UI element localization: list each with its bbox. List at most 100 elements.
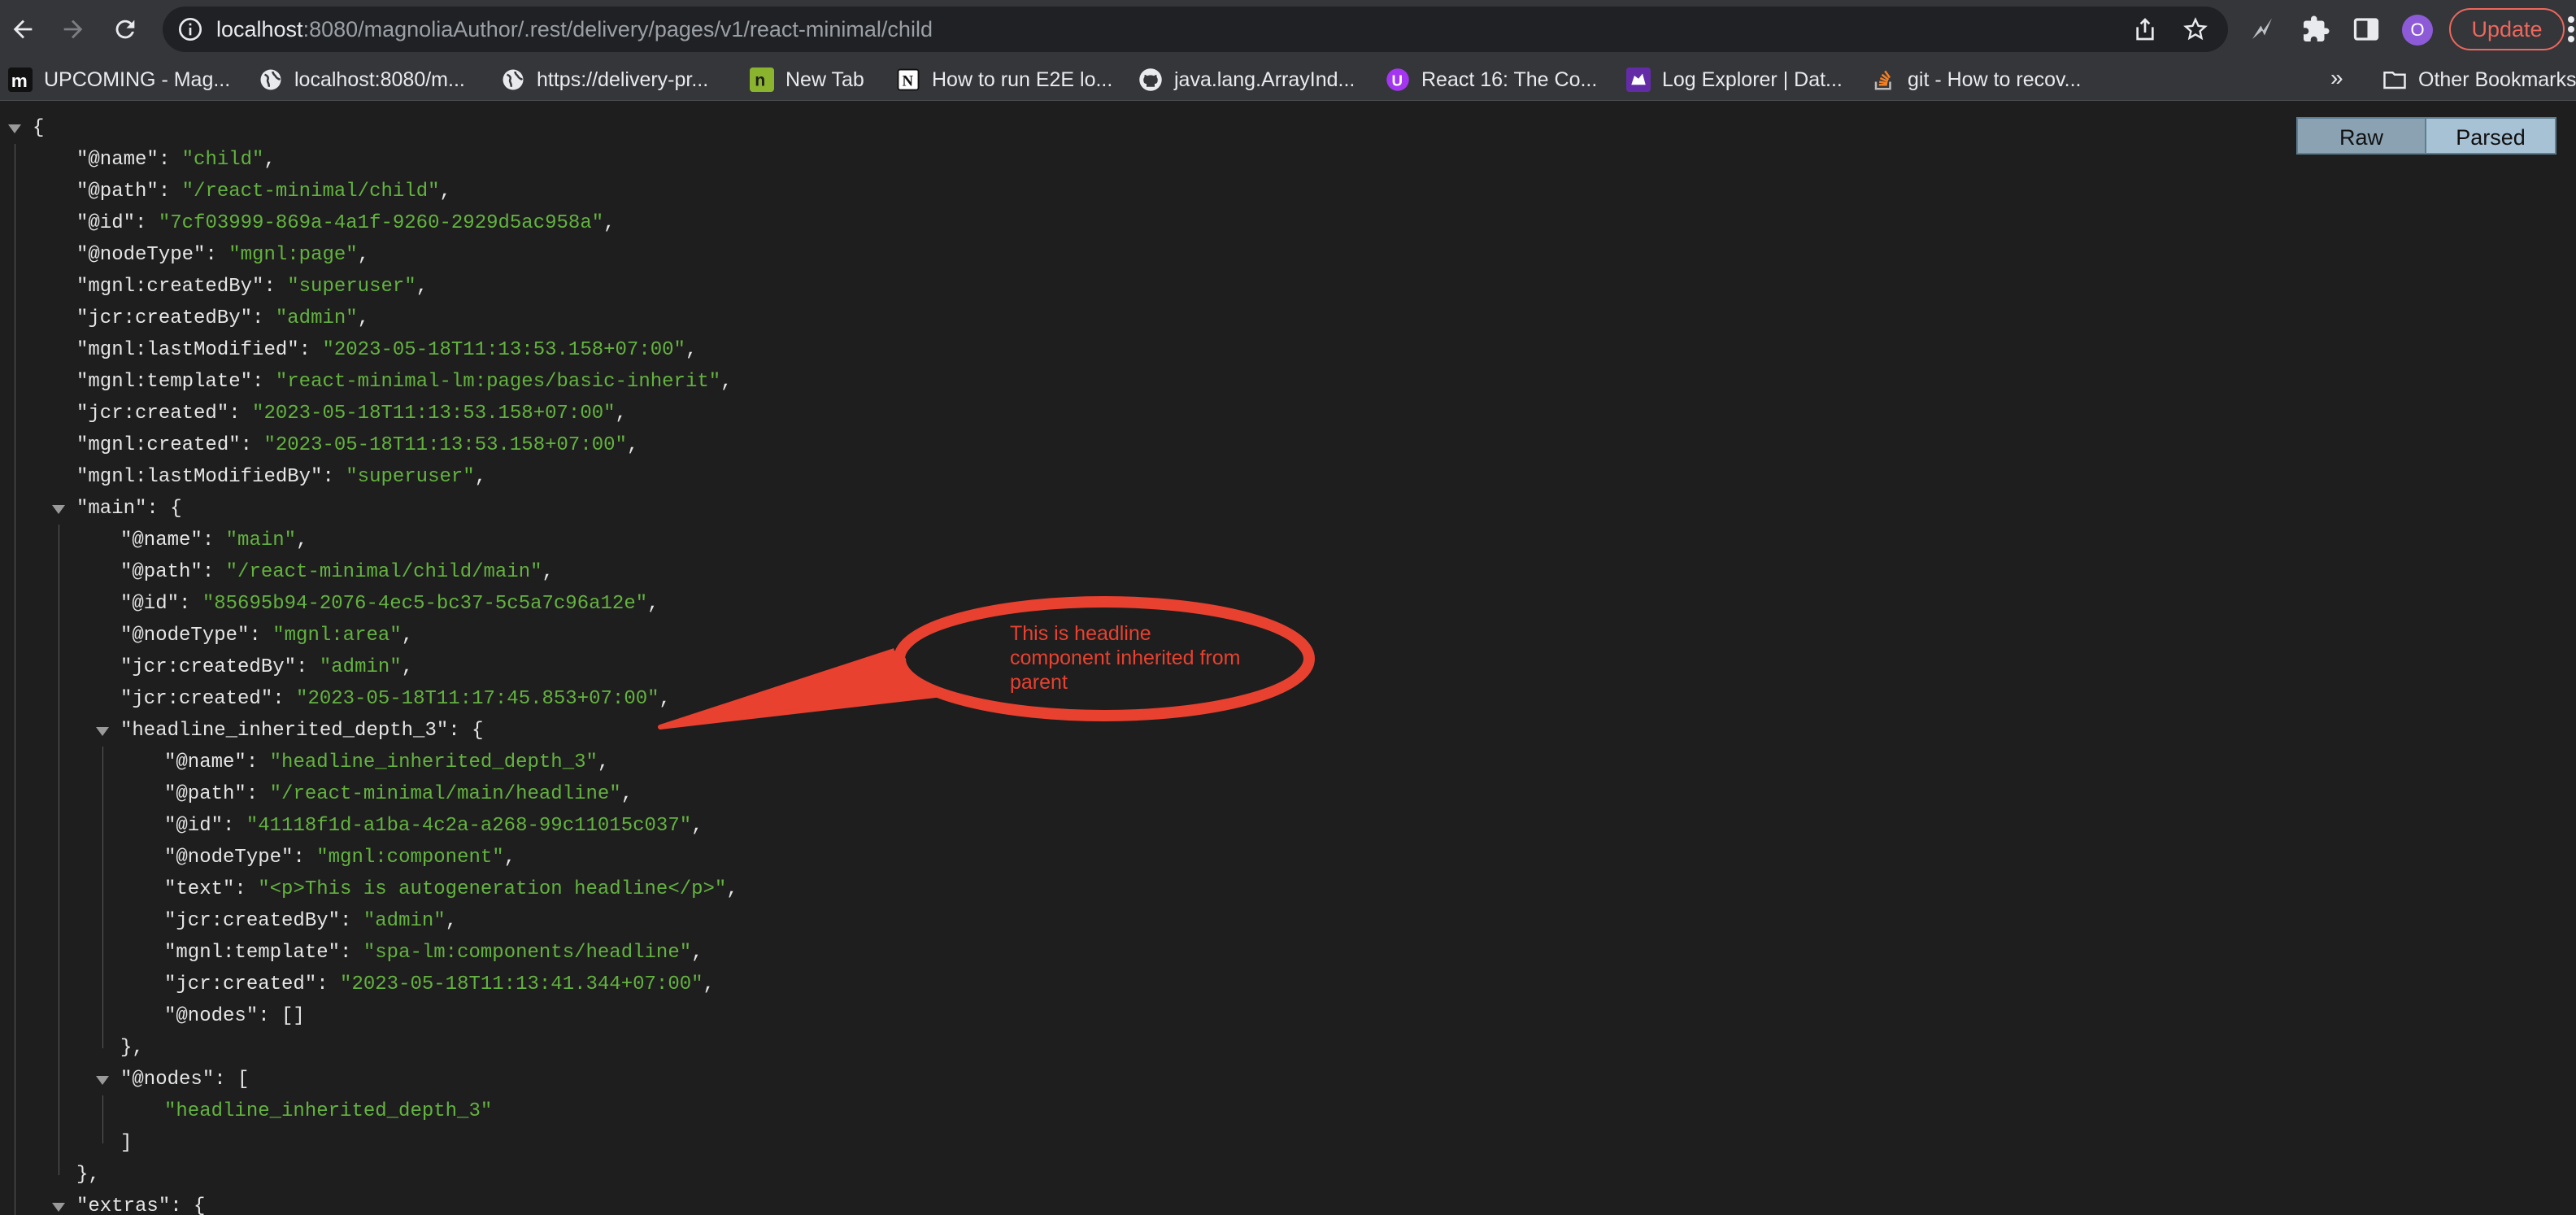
reload-button[interactable] [106, 10, 145, 49]
extension-lightning-icon[interactable] [2247, 15, 2277, 44]
json-colon: : [263, 276, 288, 298]
json-key: "@nodes" [164, 1005, 259, 1027]
more-bookmarks-chevron[interactable]: » [2330, 65, 2343, 91]
notion-icon: N [897, 68, 920, 91]
json-key: "@id" [76, 212, 136, 234]
collapse-toggle-icon[interactable] [96, 727, 109, 736]
json-key: "@name" [120, 529, 202, 551]
json-value: "admin" [275, 307, 358, 329]
json-line: "mgnl:createdBy": "superuser", [76, 271, 428, 303]
bookmark-item[interactable]: m UPCOMING - Mag... [8, 59, 230, 101]
json-viewer: Raw Parsed { "@name": "child", "@path": "/… [0, 101, 2576, 1215]
json-line: "@name": "main", [120, 525, 307, 556]
json-line: "@id": "41118f1d-a1ba-4c2a-a268-99c11015… [164, 810, 703, 842]
view-toggle: Raw Parsed [2296, 117, 2556, 155]
m-logo-icon: m [8, 68, 33, 92]
url-text[interactable]: localhost:8080/magnoliaAuthor/.rest/deli… [216, 7, 933, 52]
json-punct: , [597, 751, 610, 773]
json-colon: : [322, 466, 346, 488]
share-icon[interactable] [2132, 16, 2158, 42]
json-key: "jcr:createdBy" [120, 656, 297, 678]
json-colon: : [135, 212, 159, 234]
side-panel-icon[interactable] [2352, 15, 2381, 44]
bookmark-item[interactable]: n New Tab [750, 59, 864, 101]
json-colon: : [298, 339, 323, 361]
forward-button[interactable] [54, 10, 93, 49]
other-bookmarks[interactable]: Other Bookmarks [2382, 59, 2576, 101]
json-value: "superuser" [287, 276, 416, 298]
bookmark-item[interactable]: Log Explorer | Dat... [1626, 59, 1843, 101]
json-punct: , [726, 878, 738, 900]
json-value: "/react-minimal/child/main" [225, 561, 542, 583]
star-icon[interactable] [2182, 16, 2208, 42]
json-key: "text" [164, 878, 235, 900]
globe-icon [503, 69, 524, 90]
json-bracket: { [194, 1195, 206, 1215]
bookmark-label: React 16: The Co... [1421, 68, 1598, 91]
json-line: "jcr:createdBy": "admin", [76, 303, 369, 334]
annotation-text: This is headline component inherited fro… [1010, 622, 1241, 694]
json-line: "headline_inherited_depth_3" [164, 1095, 492, 1127]
more-vert-icon[interactable] [2566, 15, 2576, 44]
svg-text:N: N [903, 73, 914, 90]
info-icon[interactable] [177, 16, 203, 42]
extensions-puzzle-icon[interactable] [2301, 15, 2330, 44]
json-value: "2023-05-18T11:13:53.158+07:00" [322, 339, 685, 361]
bookmark-item[interactable]: java.lang.ArrayInd... [1138, 59, 1355, 101]
json-key: "@nodeType" [120, 625, 250, 647]
address-bar[interactable]: localhost:8080/magnoliaAuthor/.rest/deli… [163, 7, 2228, 52]
json-colon: : [272, 688, 297, 710]
back-button[interactable] [3, 10, 42, 49]
json-key: "jcr:createdBy" [76, 307, 253, 329]
browser-toolbar: localhost:8080/magnoliaAuthor/.rest/deli… [0, 0, 2576, 59]
json-value: "/react-minimal/main/headline" [269, 783, 621, 805]
bookmark-label: How to run E2E lo... [932, 68, 1113, 91]
json-colon: : [158, 149, 182, 171]
json-line: "@nodeType": "mgnl:component", [164, 842, 516, 873]
json-value: "spa-lm:components/headline" [363, 942, 692, 964]
json-bracket: ] [120, 1132, 133, 1154]
json-key: "@path" [164, 783, 246, 805]
datadog-icon [1626, 68, 1651, 92]
parsed-button[interactable]: Parsed [2426, 117, 2556, 155]
json-colon: : [158, 181, 182, 202]
json-punct: , [542, 561, 554, 583]
bookmark-item[interactable]: git - How to recov... [1872, 59, 2082, 101]
json-line: "@nodeType": "mgnl:area", [120, 620, 413, 651]
update-button[interactable]: Update [2449, 8, 2565, 50]
json-punct: , [503, 847, 516, 869]
stackoverflow-icon [1874, 70, 1891, 90]
json-line: "mgnl:lastModifiedBy": "superuser", [76, 461, 486, 493]
json-punct: , [401, 656, 414, 678]
bookmark-item[interactable]: https://delivery-pr... [501, 59, 708, 101]
json-value: "child" [181, 149, 264, 171]
json-colon: : [205, 244, 229, 266]
collapse-toggle-icon[interactable] [52, 505, 65, 514]
json-key: "@nodes" [120, 1069, 215, 1091]
json-punct: , [401, 625, 414, 647]
json-line: "jcr:created": "2023-05-18T11:17:45.853+… [120, 683, 671, 715]
json-key: "mgnl:template" [164, 942, 341, 964]
json-key: "mgnl:lastModifiedBy" [76, 466, 323, 488]
bookmark-item[interactable]: localhost:8080/m... [259, 59, 465, 101]
json-value: "admin" [363, 910, 446, 932]
json-key: "@nodeType" [76, 244, 206, 266]
json-line: "mgnl:lastModified": "2023-05-18T11:13:5… [76, 334, 697, 366]
json-key: "@name" [76, 149, 159, 171]
json-colon: : [170, 1195, 194, 1215]
bookmark-item[interactable]: N How to run E2E lo... [896, 59, 1112, 101]
bookmark-item[interactable]: U React 16: The Co... [1386, 59, 1597, 101]
collapse-toggle-icon[interactable] [8, 124, 21, 133]
reload-icon [115, 20, 135, 39]
raw-button[interactable]: Raw [2296, 117, 2426, 155]
json-bracket: }, [120, 1037, 144, 1059]
collapse-toggle-icon[interactable] [96, 1076, 109, 1085]
json-colon: : [228, 403, 253, 425]
json-value: [] [281, 1005, 305, 1027]
json-key: "@name" [164, 751, 246, 773]
collapse-toggle-icon[interactable] [52, 1203, 65, 1212]
folder-icon [2383, 72, 2406, 89]
svg-text:n: n [755, 71, 765, 90]
json-value: "2023-05-18T11:17:45.853+07:00" [296, 688, 659, 710]
profile-avatar[interactable]: O [2402, 15, 2433, 46]
